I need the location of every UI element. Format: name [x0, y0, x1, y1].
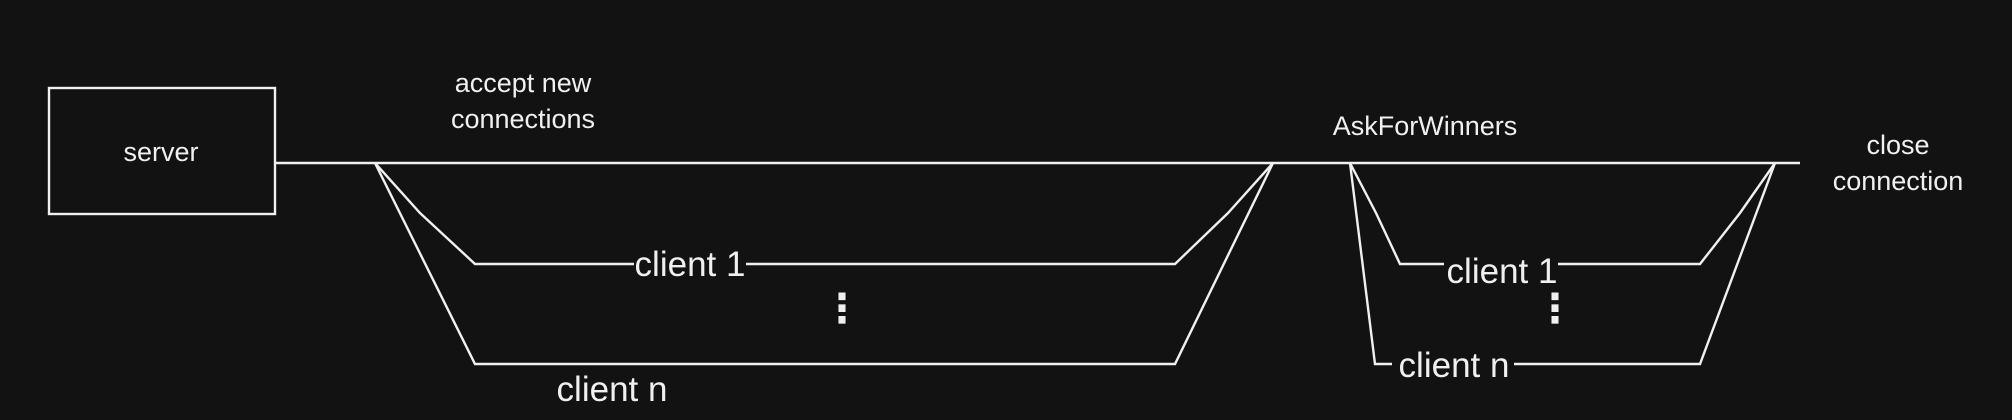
accept-client-1-label: client 1 [635, 245, 746, 284]
winners-client-1-branch [1348, 162, 1776, 266]
accept-phase-label-line2: connections [451, 104, 595, 134]
accept-phase-label-line1: accept new [455, 68, 592, 98]
flow-diagram: server accept new connections client 1 ⋮… [47, 68, 1964, 409]
server-label: server [123, 137, 198, 167]
close-phase-label-line1: close [1866, 130, 1929, 160]
winners-ellipsis: ⋮ [1535, 287, 1575, 331]
winners-client-n-label: client n [1399, 346, 1510, 385]
close-phase-label-line2: connection [1833, 166, 1964, 196]
accept-ellipsis: ⋮ [822, 287, 862, 331]
winners-client-1-label: client 1 [1447, 252, 1558, 291]
accept-client-1-branch [374, 162, 1274, 266]
accept-client-n-label: client n [557, 370, 668, 409]
winners-phase-label: AskForWinners [1333, 111, 1518, 141]
